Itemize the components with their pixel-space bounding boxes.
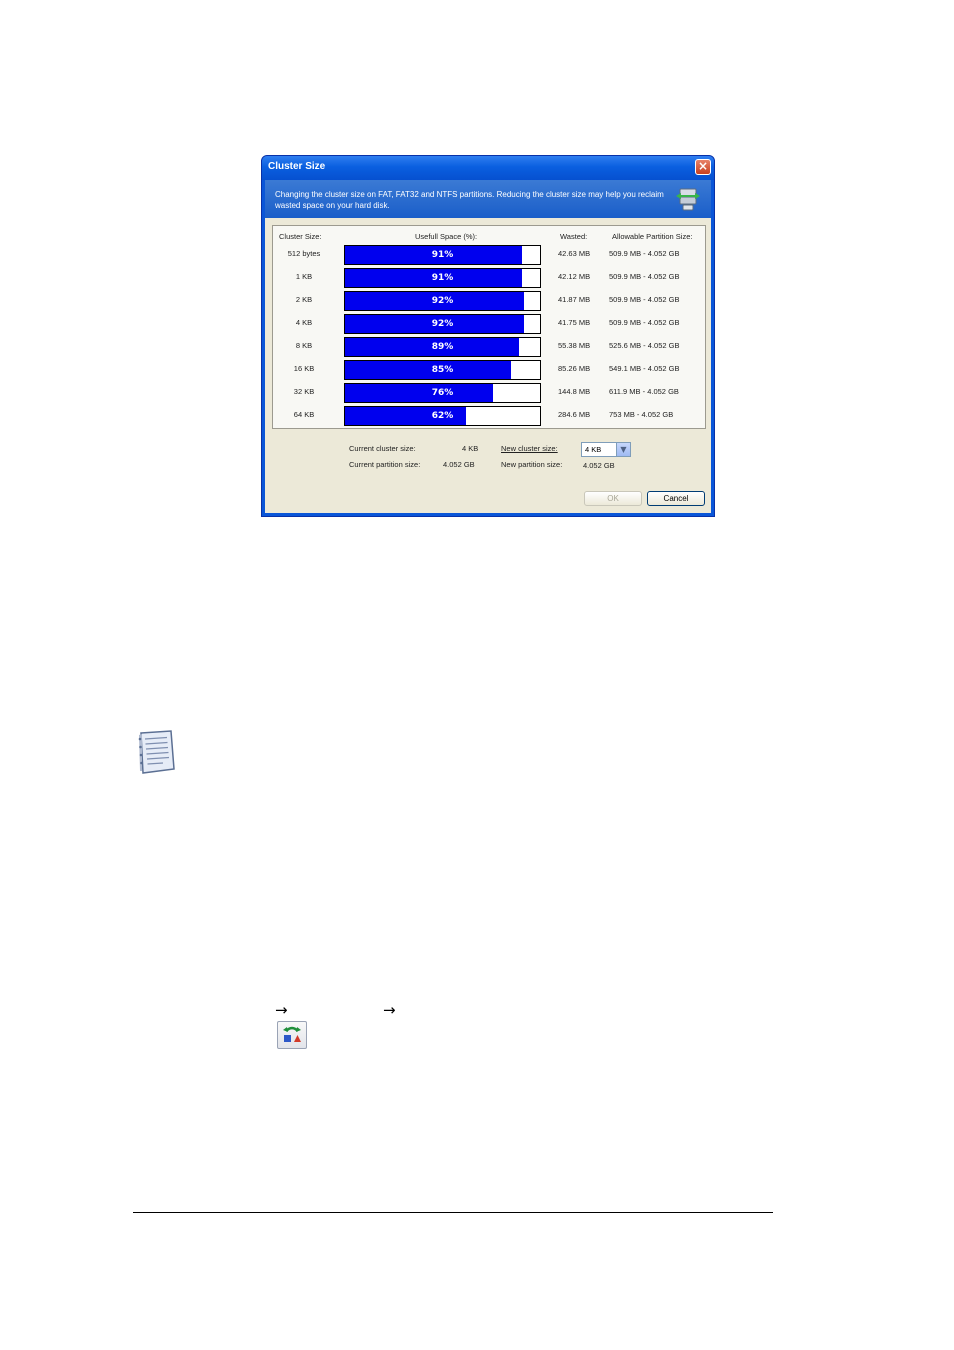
useful-space-bar: 92% [344, 291, 541, 311]
ok-button[interactable]: OK [584, 491, 642, 506]
cluster-size-cell: 4 KB [295, 318, 313, 327]
current-partition-size-value: 4.052 GB [443, 460, 475, 469]
title-bar[interactable]: Cluster Size × [262, 156, 714, 180]
allowable-size-cell: 509.9 MB - 4.052 GB [609, 272, 680, 281]
cluster-size-toolbar-icon[interactable] [277, 1021, 307, 1049]
useful-space-percent: 91% [431, 273, 454, 283]
table-row[interactable]: 64 KB 62% 284.6 MB 753 MB - 4.052 GB [273, 404, 705, 426]
table-row[interactable]: 512 bytes 91% 42.63 MB 509.9 MB - 4.052 … [273, 243, 705, 265]
useful-space-percent: 91% [431, 250, 454, 260]
wasted-cell: 41.75 MB [558, 318, 591, 327]
dialog-header: Changing the cluster size on FAT, FAT32 … [265, 180, 711, 218]
header-wasted: Wasted: [560, 232, 588, 241]
table-row[interactable]: 4 KB 92% 41.75 MB 509.9 MB - 4.052 GB [273, 312, 705, 334]
table-row[interactable]: 8 KB 89% 55.38 MB 525.6 MB - 4.052 GB [273, 335, 705, 357]
cluster-size-cell: 1 KB [295, 272, 313, 281]
useful-space-percent: 89% [431, 342, 454, 352]
wasted-cell: 42.12 MB [558, 272, 591, 281]
useful-space-bar: 92% [344, 314, 541, 334]
partition-cluster-icon [676, 188, 700, 211]
allowable-size-cell: 753 MB - 4.052 GB [609, 410, 674, 419]
cluster-size-glyph-icon [283, 1026, 301, 1042]
allowable-size-cell: 509.9 MB - 4.052 GB [609, 249, 680, 258]
useful-space-percent: 85% [431, 365, 454, 375]
useful-space-bar: 91% [344, 268, 541, 288]
current-cluster-size-value: 4 KB [462, 444, 479, 453]
cluster-size-cell: 512 bytes [287, 249, 321, 258]
table-row[interactable]: 1 KB 91% 42.12 MB 509.9 MB - 4.052 GB [273, 266, 705, 288]
new-cluster-size-value: 4 KB [585, 445, 602, 454]
cluster-size-cell: 2 KB [295, 295, 313, 304]
cancel-button[interactable]: Cancel [647, 491, 705, 506]
new-cluster-size-label: New cluster size: [501, 444, 558, 453]
wasted-cell: 284.6 MB [558, 410, 591, 419]
allowable-size-cell: 509.9 MB - 4.052 GB [609, 318, 680, 327]
wasted-cell: 41.87 MB [558, 295, 591, 304]
dialog-description: Changing the cluster size on FAT, FAT32 … [275, 190, 664, 210]
new-partition-size-value: 4.052 GB [583, 461, 615, 470]
useful-space-bar: 85% [344, 360, 541, 380]
cluster-size-cell: 32 KB [293, 387, 315, 396]
chevron-down-icon[interactable]: ▼ [616, 443, 630, 456]
cluster-table: Cluster Size: Usefull Space (%): Wasted:… [272, 225, 706, 429]
note-icon [138, 730, 175, 774]
wasted-cell: 55.38 MB [558, 341, 591, 350]
cluster-size-cell: 16 KB [293, 364, 315, 373]
table-row[interactable]: 32 KB 76% 144.8 MB 611.9 MB - 4.052 GB [273, 381, 705, 403]
dialog-title: Cluster Size [268, 161, 326, 172]
header-allowable-size: Allowable Partition Size: [612, 232, 693, 241]
useful-space-percent: 92% [431, 319, 454, 329]
allowable-size-cell: 525.6 MB - 4.052 GB [609, 341, 680, 350]
header-useful-space: Usefull Space (%): [415, 232, 478, 241]
allowable-size-cell: 549.1 MB - 4.052 GB [609, 364, 680, 373]
useful-space-bar: 76% [344, 383, 541, 403]
useful-space-bar: 89% [344, 337, 541, 357]
wasted-cell: 144.8 MB [558, 387, 591, 396]
cluster-size-dialog: Cluster Size × Changing the cluster size… [261, 155, 715, 517]
useful-space-bar: 91% [344, 245, 541, 265]
useful-space-bar: 62% [344, 406, 541, 426]
allowable-size-cell: 611.9 MB - 4.052 GB [609, 387, 679, 396]
table-row[interactable]: 16 KB 85% 85.26 MB 549.1 MB - 4.052 GB [273, 358, 705, 380]
close-button[interactable]: × [695, 159, 711, 175]
table-row[interactable]: 2 KB 92% 41.87 MB 509.9 MB - 4.052 GB [273, 289, 705, 311]
new-partition-size-label: New partition size: [501, 460, 563, 469]
current-cluster-size-label: Current cluster size: [349, 444, 416, 453]
allowable-size-cell: 509.9 MB - 4.052 GB [609, 295, 680, 304]
new-cluster-size-select[interactable]: 4 KB ▼ [581, 442, 631, 457]
cluster-size-cell: 64 KB [293, 410, 315, 419]
footer-rule [133, 1212, 773, 1213]
dialog-body: Cluster Size: Usefull Space (%): Wasted:… [265, 218, 711, 513]
wasted-cell: 42.63 MB [558, 249, 591, 258]
useful-space-percent: 76% [431, 388, 454, 398]
wasted-cell: 85.26 MB [558, 364, 591, 373]
arrow-icon: → [275, 1001, 288, 1019]
cluster-size-cell: 8 KB [295, 341, 313, 350]
useful-space-percent: 92% [431, 296, 454, 306]
arrow-icon: → [383, 1001, 396, 1019]
header-cluster-size: Cluster Size: [279, 232, 322, 241]
useful-space-percent: 62% [431, 411, 454, 421]
current-partition-size-label: Current partition size: [349, 460, 421, 469]
